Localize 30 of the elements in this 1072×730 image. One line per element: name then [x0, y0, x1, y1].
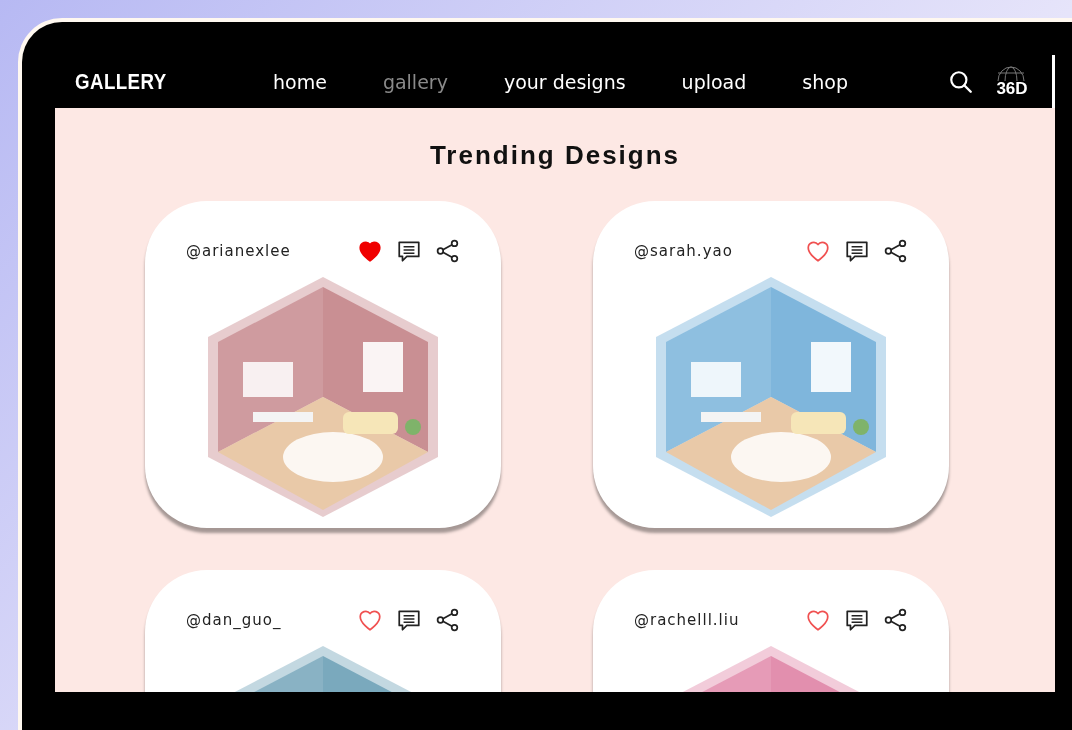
heart-icon[interactable] — [357, 238, 383, 264]
comment-icon[interactable] — [396, 238, 422, 264]
username[interactable]: @sarah.yao — [634, 242, 733, 260]
nav-link[interactable]: your designs — [475, 70, 654, 93]
nav-link[interactable]: gallery — [354, 70, 476, 93]
brand-logo[interactable]: GALLERY — [75, 68, 203, 95]
share-icon[interactable] — [435, 238, 461, 264]
design-card[interactable]: @sarah.yao — [593, 201, 949, 528]
heart-icon[interactable] — [805, 238, 831, 264]
design-card[interactable]: @arianexlee — [145, 201, 501, 528]
username[interactable]: @rachelll.liu — [634, 611, 740, 629]
username[interactable]: @dan_guo_ — [186, 611, 282, 629]
share-icon[interactable] — [883, 607, 909, 633]
search-icon[interactable] — [948, 68, 974, 95]
globe-icon — [996, 64, 1026, 81]
nav-link[interactable]: home — [245, 70, 355, 93]
share-icon[interactable] — [883, 238, 909, 264]
nav-link[interactable]: shop — [774, 70, 876, 93]
username[interactable]: @arianexlee — [186, 242, 291, 260]
comment-icon[interactable] — [396, 607, 422, 633]
share-icon[interactable] — [435, 607, 461, 633]
comment-icon[interactable] — [844, 607, 870, 633]
comment-icon[interactable] — [844, 238, 870, 264]
heart-icon[interactable] — [805, 607, 831, 633]
section-heading: Trending Designs — [428, 140, 682, 171]
view-360-logo[interactable]: 36D — [996, 78, 1028, 99]
design-card[interactable]: @rachelll.liu — [593, 570, 949, 692]
heart-icon[interactable] — [357, 607, 383, 633]
nav-link[interactable]: upload — [653, 70, 775, 93]
design-card[interactable]: @dan_guo_ — [145, 570, 501, 692]
